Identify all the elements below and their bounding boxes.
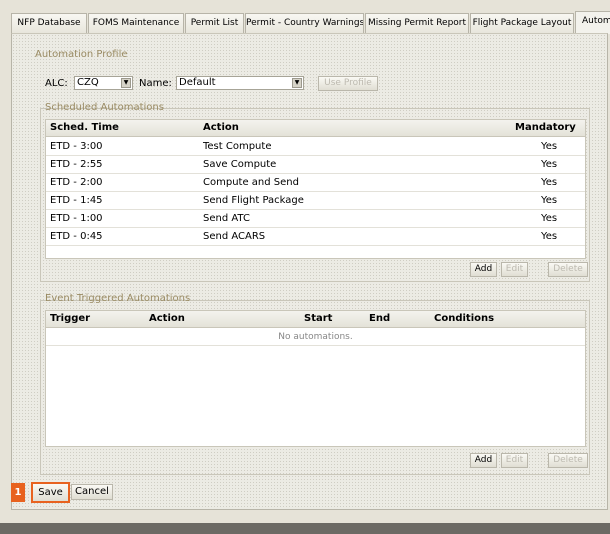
tab-permit-list[interactable]: Permit List — [185, 13, 244, 33]
tab-permit-country-warnings[interactable]: Permit - Country Warnings — [245, 13, 364, 33]
mandatory-cell: Yes — [541, 159, 558, 170]
tab-foms-maintenance[interactable]: FOMS Maintenance — [88, 13, 184, 33]
sched-time-cell: ETD - 0:45 — [50, 231, 103, 242]
sched-time-cell: ETD - 1:45 — [50, 195, 103, 206]
scheduled-edit-button[interactable]: Edit — [501, 262, 528, 277]
chevron-down-icon[interactable]: ▼ — [292, 78, 302, 88]
col-action[interactable]: Action — [203, 122, 239, 133]
name-label: Name: — [139, 78, 172, 89]
action-cell: Save Compute — [203, 159, 277, 170]
table-row[interactable]: ETD - 2:55 Save Compute Yes — [46, 156, 585, 174]
chevron-down-icon[interactable]: ▼ — [121, 78, 131, 88]
mandatory-cell: Yes — [541, 231, 558, 242]
event-delete-button[interactable]: Delete — [548, 453, 588, 468]
col-end[interactable]: End — [369, 313, 390, 324]
mandatory-cell: Yes — [541, 177, 558, 188]
col-conditions[interactable]: Conditions — [434, 313, 494, 324]
tab-automation[interactable]: Autom — [575, 11, 610, 34]
tab-nfp-database[interactable]: NFP Database — [11, 13, 87, 33]
event-grid-header: Trigger Action Start End Conditions — [46, 311, 585, 328]
table-row[interactable]: ETD - 0:45 Send ACARS Yes — [46, 228, 585, 246]
sched-time-cell: ETD - 2:00 — [50, 177, 103, 188]
cancel-button[interactable]: Cancel — [71, 484, 113, 500]
event-automations-grid: Trigger Action Start End Conditions No a… — [45, 310, 586, 447]
col-mandatory[interactable]: Mandatory — [515, 122, 576, 133]
mandatory-cell: Yes — [541, 213, 558, 224]
action-cell: Compute and Send — [203, 177, 299, 188]
col-sched-time[interactable]: Sched. Time — [50, 122, 119, 133]
name-select[interactable]: Default ▼ — [176, 76, 304, 90]
tab-missing-permit-report[interactable]: Missing Permit Report — [365, 13, 469, 33]
alc-select[interactable]: CZQ ▼ — [74, 76, 133, 90]
table-row[interactable]: ETD - 2:00 Compute and Send Yes — [46, 174, 585, 192]
action-cell: Send ATC — [203, 213, 250, 224]
col-action[interactable]: Action — [149, 313, 185, 324]
action-cell: Send Flight Package — [203, 195, 304, 206]
action-cell: Test Compute — [203, 141, 272, 152]
table-row[interactable]: ETD - 1:00 Send ATC Yes — [46, 210, 585, 228]
event-edit-button[interactable]: Edit — [501, 453, 528, 468]
col-trigger[interactable]: Trigger — [50, 313, 90, 324]
sched-time-cell: ETD - 1:00 — [50, 213, 103, 224]
tab-bar: NFP Database FOMS Maintenance Permit Lis… — [0, 0, 610, 34]
col-start[interactable]: Start — [304, 313, 332, 324]
event-automations-title: Event Triggered Automations — [45, 293, 191, 304]
sched-time-cell: ETD - 3:00 — [50, 141, 103, 152]
table-row[interactable]: ETD - 1:45 Send Flight Package Yes — [46, 192, 585, 210]
event-add-button[interactable]: Add — [470, 453, 497, 468]
empty-state-text: No automations. — [46, 329, 585, 346]
scheduled-add-button[interactable]: Add — [470, 262, 497, 277]
alc-label: ALC: — [45, 78, 68, 89]
sched-time-cell: ETD - 2:55 — [50, 159, 103, 170]
window-bottom-border — [0, 523, 610, 534]
table-row[interactable]: ETD - 3:00 Test Compute Yes — [46, 138, 585, 156]
scheduled-delete-button[interactable]: Delete — [548, 262, 588, 277]
mandatory-cell: Yes — [541, 141, 558, 152]
use-profile-button[interactable]: Use Profile — [318, 76, 378, 91]
automation-profile-title: Automation Profile — [35, 49, 128, 60]
scheduled-automations-title: Scheduled Automations — [45, 102, 164, 113]
scheduled-automations-grid: Sched. Time Action Mandatory ETD - 3:00 … — [45, 119, 586, 259]
name-select-value: Default — [179, 77, 216, 88]
action-cell: Send ACARS — [203, 231, 266, 242]
automation-panel: Automation Profile ALC: CZQ ▼ Name: Defa… — [11, 33, 608, 510]
step-marker: 1 — [11, 483, 25, 502]
tab-flight-package-layout[interactable]: Flight Package Layout — [470, 13, 574, 33]
mandatory-cell: Yes — [541, 195, 558, 206]
scheduled-grid-header: Sched. Time Action Mandatory — [46, 120, 585, 137]
alc-select-value: CZQ — [77, 77, 99, 88]
save-button[interactable]: Save — [31, 482, 70, 503]
